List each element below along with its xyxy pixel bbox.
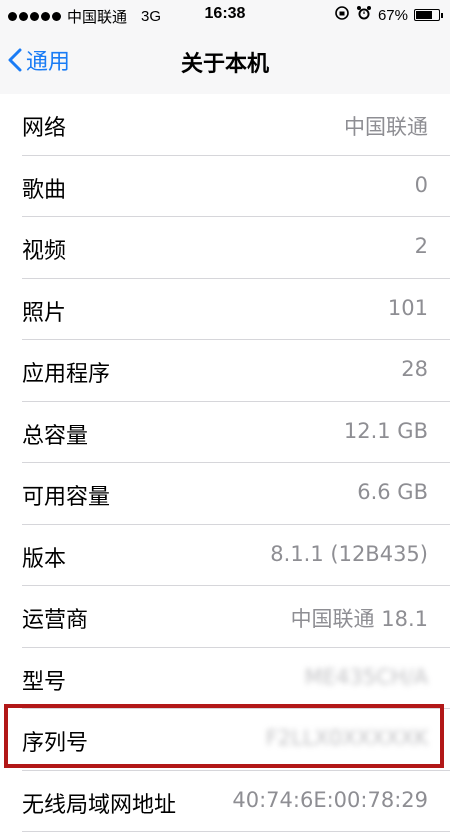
row-videos: 视频 2: [0, 217, 450, 279]
row-wifi-address: 无线局域网地址 40:74:6E:00:78:29: [0, 771, 450, 832]
row-label: 可用容量: [22, 479, 110, 511]
battery-percent: 67%: [378, 7, 408, 24]
row-available: 可用容量 6.6 GB: [0, 463, 450, 525]
row-label: 版本: [22, 541, 66, 573]
row-value: 28: [401, 357, 428, 381]
row-network: 网络 中国联通: [0, 94, 450, 156]
row-value: 6.6 GB: [357, 480, 428, 504]
row-value: 2: [415, 234, 428, 258]
status-bar: 中国联通 3G 16:38 67%: [0, 0, 450, 30]
navigation-bar: 通用 关于本机: [0, 30, 450, 95]
row-label: 序列号: [22, 725, 88, 757]
row-value: F2LLX0XXXXXK: [266, 726, 428, 750]
row-value: 中国联通: [344, 111, 428, 141]
row-label: 运营商: [22, 602, 88, 634]
row-value: 12.1 GB: [344, 419, 428, 443]
row-value: 101: [388, 296, 428, 320]
serial-value: F2LLX0XXXXXK: [266, 726, 428, 750]
status-right: 67%: [334, 5, 440, 25]
row-value: ME435CH/A: [305, 665, 428, 689]
alarm-icon: [356, 5, 372, 25]
row-carrier[interactable]: 运营商 中国联通 18.1: [0, 586, 450, 648]
row-songs: 歌曲 0: [0, 156, 450, 218]
row-label: 总容量: [22, 418, 88, 450]
row-version: 版本 8.1.1 (12B435): [0, 525, 450, 587]
row-label: 无线局域网地址: [22, 787, 176, 819]
row-applications: 应用程序 28: [0, 340, 450, 402]
row-model: 型号 ME435CH/A: [0, 648, 450, 710]
row-value: 0: [415, 173, 428, 197]
rotation-lock-icon: [334, 5, 350, 25]
row-serial-number: 序列号 F2LLX0XXXXXK: [0, 709, 450, 771]
battery-icon: [414, 9, 440, 21]
row-label: 型号: [22, 664, 66, 696]
row-value: 8.1.1 (12B435): [270, 542, 428, 566]
row-label: 照片: [22, 295, 66, 327]
row-value: 中国联通 18.1: [291, 603, 428, 633]
row-label: 网络: [22, 110, 66, 142]
row-label: 歌曲: [22, 172, 66, 204]
row-photos: 照片 101: [0, 279, 450, 341]
about-list: 网络 中国联通 歌曲 0 视频 2 照片 101 应用程序 28 总容量 12.…: [0, 94, 450, 832]
row-capacity: 总容量 12.1 GB: [0, 402, 450, 464]
page-title: 关于本机: [0, 46, 450, 78]
row-label: 视频: [22, 233, 66, 265]
row-label: 应用程序: [22, 356, 110, 388]
